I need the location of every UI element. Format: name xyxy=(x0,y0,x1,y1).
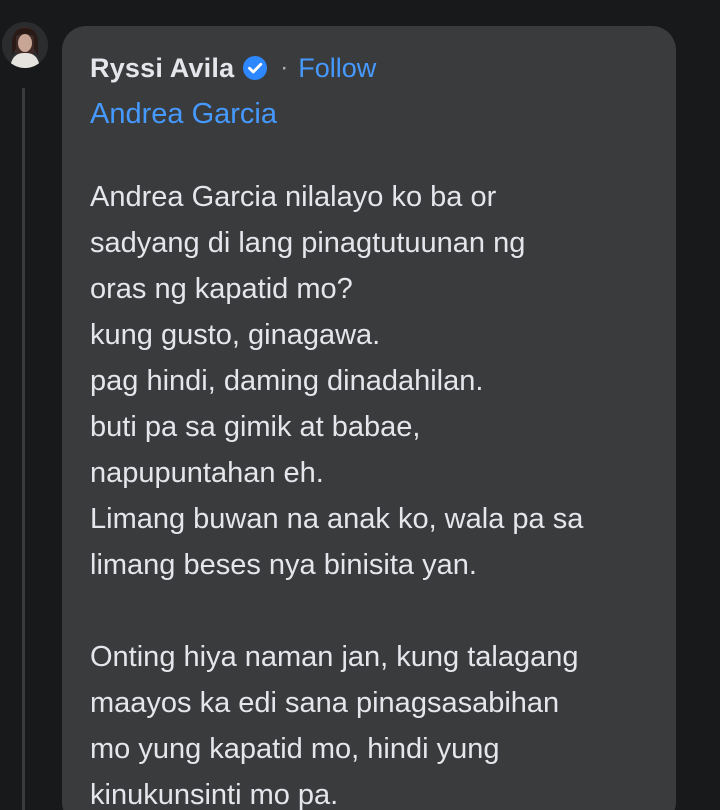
comment-header: Ryssi Avila · Follow xyxy=(90,50,648,86)
comment-paragraph-2: Onting hiya naman jan, kung talagang maa… xyxy=(90,634,648,810)
thread-line xyxy=(22,88,25,810)
comment-line: buti pa sa gimik at babae, xyxy=(90,411,421,443)
comment-line: kinukunsinti mo pa. xyxy=(90,779,339,810)
comment-line: napupuntahan eh. xyxy=(90,457,324,489)
comment-line: Onting hiya naman jan, kung talagang xyxy=(90,641,579,673)
mention-link[interactable]: Andrea Garcia xyxy=(90,94,648,134)
separator-dot: · xyxy=(280,54,289,81)
author-name[interactable]: Ryssi Avila xyxy=(90,53,234,84)
comment-line: maayos ka edi sana pinagsasabihan xyxy=(90,687,560,719)
comment-line: Limang buwan na anak ko, wala pa sa xyxy=(90,503,584,535)
profile-photo-icon xyxy=(2,22,48,68)
verified-badge-icon xyxy=(242,55,268,81)
comment-line: mo yung kapatid mo, hindi yung xyxy=(90,733,500,765)
comment-line: oras ng kapatid mo? xyxy=(90,273,353,305)
comment-line: Andrea Garcia nilalayo ko ba or xyxy=(90,181,497,213)
comment-thread: Ryssi Avila · Follow Andrea Garcia Andre… xyxy=(0,0,720,810)
follow-button[interactable]: Follow xyxy=(298,53,376,84)
comment-line: pag hindi, daming dinadahilan. xyxy=(90,365,484,397)
comment-line: limang beses nya binisita yan. xyxy=(90,549,477,581)
comment-text: Andrea Garcia nilalayo ko ba or sadyang … xyxy=(90,174,648,810)
comment-bubble: Ryssi Avila · Follow Andrea Garcia Andre… xyxy=(62,26,676,810)
comment-line: kung gusto, ginagawa. xyxy=(90,319,381,351)
avatar[interactable] xyxy=(2,22,48,68)
comment-line: sadyang di lang pinagtutuunan ng xyxy=(90,227,526,259)
comment-paragraph-1: Andrea Garcia nilalayo ko ba or sadyang … xyxy=(90,174,648,588)
